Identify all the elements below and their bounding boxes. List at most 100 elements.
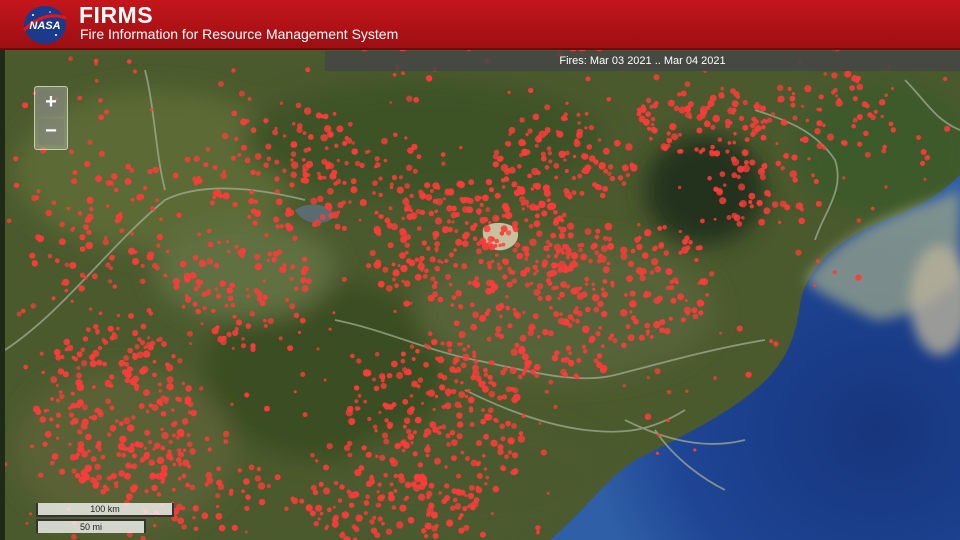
fire-point [295,102,302,109]
fire-point [184,156,191,163]
fire-point [504,141,510,146]
fire-point [72,170,78,175]
fire-point [156,492,162,497]
fire-point [291,121,296,126]
fire-point [669,279,674,284]
fire-point [148,459,155,467]
fire-point [110,472,117,480]
fire-point [657,433,661,437]
fire-point [451,205,457,212]
fire-point [705,293,709,297]
fire-point [544,104,551,111]
fire-point [700,218,705,224]
fire-point [744,160,749,165]
fire-point [769,339,774,344]
fire-point [111,331,116,336]
fire-point [13,156,19,162]
fire-point [440,341,445,346]
fire-point [831,72,838,79]
fire-point [564,168,569,174]
fire-point [386,421,394,429]
fire-point [684,298,688,303]
fire-point [456,433,463,440]
fire-point [6,218,12,224]
fire-point [516,252,523,260]
fire-point [563,112,568,117]
fire-point [852,96,858,102]
fire-point [392,269,400,277]
fire-point [545,295,552,302]
fire-point [92,385,96,389]
fire-point [108,180,115,186]
fire-point [384,418,389,423]
fire-point [771,201,779,208]
fire-point [152,447,156,451]
fire-point [404,242,410,248]
fire-map[interactable] [5,50,960,540]
fire-point [455,238,463,246]
fire-point [45,209,53,217]
fire-point [476,472,483,479]
nasa-logo-icon[interactable]: NASA [20,4,70,46]
fire-point [870,206,875,211]
fire-point [641,252,649,259]
fire-point [622,384,626,388]
fire-point [454,379,459,384]
fire-point [680,90,687,97]
fire-point [884,185,888,189]
fire-point [775,160,782,167]
fire-point [215,504,220,509]
fire-point [530,187,535,191]
fire-point [392,72,397,77]
fire-point [554,175,559,180]
fire-point [585,306,591,313]
fire-point [483,216,489,223]
fire-point [181,418,189,425]
fire-point [377,482,382,487]
fire-point [884,93,888,97]
fire-point [256,291,263,298]
fire-point [777,98,781,103]
fire-point [55,423,60,429]
zoom-in-button[interactable]: + [38,90,64,116]
fire-point [410,441,414,445]
fire-point [201,512,209,520]
fire-point [775,142,779,146]
fire-point [202,305,207,311]
fire-point [528,360,533,365]
zoom-out-button[interactable]: − [38,119,64,145]
fire-point [573,308,579,315]
fire-point [180,433,185,438]
fire-point [389,483,394,487]
fire-point [175,435,181,440]
fire-point [142,350,151,358]
fire-point [383,472,389,478]
fire-point [404,136,408,140]
fire-point [222,430,230,438]
fire-point [435,268,440,272]
fire-point [152,166,159,174]
fire-point [647,126,651,131]
fire-point [30,444,34,449]
fire-point [144,429,151,436]
fire-point [437,259,442,264]
fire-point [560,368,567,376]
fire-point [562,318,570,326]
fire-point [585,76,591,82]
fire-point [741,216,745,220]
fire-point [663,250,670,256]
fire-point [413,96,420,103]
fire-point [571,190,577,196]
fire-point [290,264,296,270]
fire-point [293,390,297,394]
fire-point [323,378,327,382]
fire-point [157,382,162,387]
fire-point [524,218,529,223]
fire-point [20,308,26,314]
fire-point [485,287,493,295]
fire-point [516,314,519,318]
fire-point [588,125,595,131]
fire-point [456,180,464,188]
fire-point [427,331,433,337]
fire-point [597,254,602,259]
